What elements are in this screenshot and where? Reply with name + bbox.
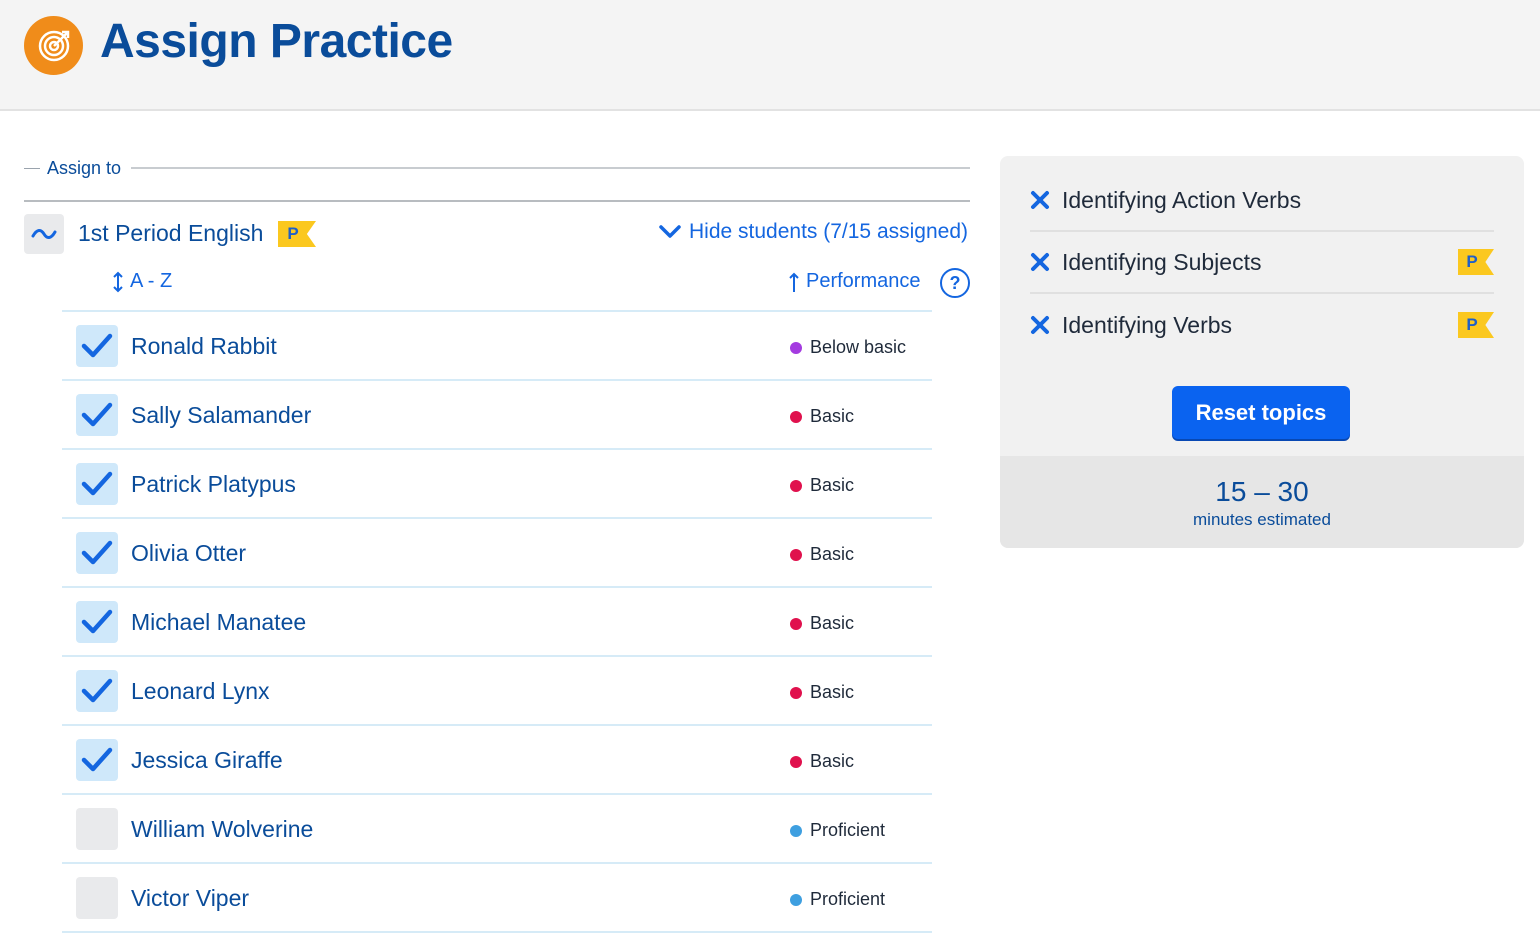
student-name: Victor Viper xyxy=(131,885,250,911)
student-checkbox[interactable] xyxy=(76,532,118,574)
student-checkbox[interactable] xyxy=(76,325,118,367)
assign-to-section-header: Assign to xyxy=(24,156,970,180)
performance-indicator: Basic xyxy=(790,682,854,703)
sort-performance-button[interactable]: Performance xyxy=(788,270,921,293)
checkmark-icon xyxy=(81,747,113,772)
performance-dot xyxy=(790,341,802,354)
performance-indicator: Proficient xyxy=(790,889,885,910)
sort-updown-icon xyxy=(113,271,123,292)
student-checkbox[interactable] xyxy=(76,739,118,781)
performance-dot xyxy=(790,755,802,768)
student-row: Olivia Otter Basic xyxy=(62,519,932,588)
student-name: Patrick Platypus xyxy=(131,471,296,497)
hide-students-label: Hide students (7/15 assigned) xyxy=(689,220,968,243)
performance-indicator: Basic xyxy=(790,751,854,772)
performance-indicator: Below basic xyxy=(790,337,906,358)
target-icon xyxy=(24,16,83,75)
class-collapse-toggle[interactable] xyxy=(24,214,64,254)
student-list: Ronald Rabbit Below basic Sally Salamander… xyxy=(62,310,932,933)
performance-dot xyxy=(790,548,802,561)
performance-label: Basic xyxy=(810,682,855,702)
performance-label: Basic xyxy=(810,406,855,426)
checkmark-icon xyxy=(81,471,113,496)
performance-label: Basic xyxy=(810,544,855,564)
student-name: William Wolverine xyxy=(131,816,314,842)
performance-indicator: Proficient xyxy=(790,820,885,841)
performance-indicator: Basic xyxy=(790,406,854,427)
tilde-icon xyxy=(31,229,57,239)
topic-name: Identifying Subjects xyxy=(1062,248,1262,275)
performance-indicator: Basic xyxy=(790,613,854,634)
assign-to-label: Assign to xyxy=(47,157,122,178)
performance-label: Basic xyxy=(810,475,855,495)
performance-dot xyxy=(790,824,802,837)
priority-badge: P xyxy=(1458,312,1494,338)
student-name: Olivia Otter xyxy=(131,540,247,566)
hide-students-toggle[interactable]: Hide students (7/15 assigned) xyxy=(659,220,968,244)
student-row: Victor Viper Proficient xyxy=(62,864,932,933)
priority-badge: P xyxy=(278,221,316,247)
topic-name: Identifying Verbs xyxy=(1062,311,1233,338)
remove-topic-icon[interactable] xyxy=(1030,315,1050,335)
topic-item: Identifying Action Verbs xyxy=(1030,170,1494,232)
student-row: William Wolverine Proficient xyxy=(62,795,932,864)
checkmark-icon xyxy=(81,402,113,427)
performance-dot xyxy=(790,686,802,699)
performance-label: Proficient xyxy=(810,889,886,909)
sort-performance-label: Performance xyxy=(806,270,921,292)
student-checkbox[interactable] xyxy=(76,877,118,919)
time-estimate: 15 – 30 minutes estimated xyxy=(1000,456,1524,548)
topic-item: Identifying Subjects P xyxy=(1030,232,1494,294)
performance-label: Proficient xyxy=(810,820,886,840)
topic-item: Identifying Verbs P xyxy=(1030,294,1494,356)
checkmark-icon xyxy=(81,678,113,703)
performance-indicator: Basic xyxy=(790,475,854,496)
topics-panel: Identifying Action Verbs Identifying Subj… xyxy=(1000,156,1524,548)
student-row: Michael Manatee Basic xyxy=(62,588,932,657)
performance-indicator: Basic xyxy=(790,544,854,565)
student-checkbox[interactable] xyxy=(76,601,118,643)
performance-dot xyxy=(790,479,802,492)
class-name: 1st Period English xyxy=(78,220,264,246)
reset-topics-button[interactable]: Reset topics xyxy=(1172,386,1350,439)
divider xyxy=(24,200,970,202)
page-header: Assign Practice xyxy=(0,0,1540,111)
priority-badge: P xyxy=(1458,249,1494,275)
checkmark-icon xyxy=(81,609,113,634)
estimate-range: 15 – 30 xyxy=(1215,476,1309,507)
student-checkbox[interactable] xyxy=(76,463,118,505)
performance-dot xyxy=(790,410,802,423)
student-row: Leonard Lynx Basic xyxy=(62,657,932,726)
topic-name: Identifying Action Verbs xyxy=(1062,186,1302,213)
student-name: Michael Manatee xyxy=(131,609,307,635)
student-checkbox[interactable] xyxy=(76,808,118,850)
student-row: Jessica Giraffe Basic xyxy=(62,726,932,795)
student-name: Sally Salamander xyxy=(131,402,312,428)
checkmark-icon xyxy=(81,333,113,358)
sort-az-label: A - Z xyxy=(130,270,173,292)
help-icon[interactable]: ? xyxy=(940,268,970,298)
performance-label: Basic xyxy=(810,751,855,771)
estimate-label: minutes estimated xyxy=(1193,510,1331,529)
student-row: Sally Salamander Basic xyxy=(62,381,932,450)
page-title: Assign Practice xyxy=(100,15,453,68)
performance-label: Basic xyxy=(810,613,855,633)
student-row: Ronald Rabbit Below basic xyxy=(62,312,932,381)
sort-az-button[interactable]: A - Z xyxy=(112,270,172,293)
checkmark-icon xyxy=(81,540,113,565)
student-name: Jessica Giraffe xyxy=(131,747,283,773)
arrow-up-icon xyxy=(789,272,799,292)
student-checkbox[interactable] xyxy=(76,394,118,436)
chevron-down-icon xyxy=(659,225,681,238)
student-checkbox[interactable] xyxy=(76,670,118,712)
performance-label: Below basic xyxy=(810,337,907,357)
student-row: Patrick Platypus Basic xyxy=(62,450,932,519)
remove-topic-icon[interactable] xyxy=(1030,252,1050,272)
student-name: Leonard Lynx xyxy=(131,678,270,704)
student-name: Ronald Rabbit xyxy=(131,333,277,359)
remove-topic-icon[interactable] xyxy=(1030,190,1050,210)
performance-dot xyxy=(790,893,802,906)
performance-dot xyxy=(790,617,802,630)
